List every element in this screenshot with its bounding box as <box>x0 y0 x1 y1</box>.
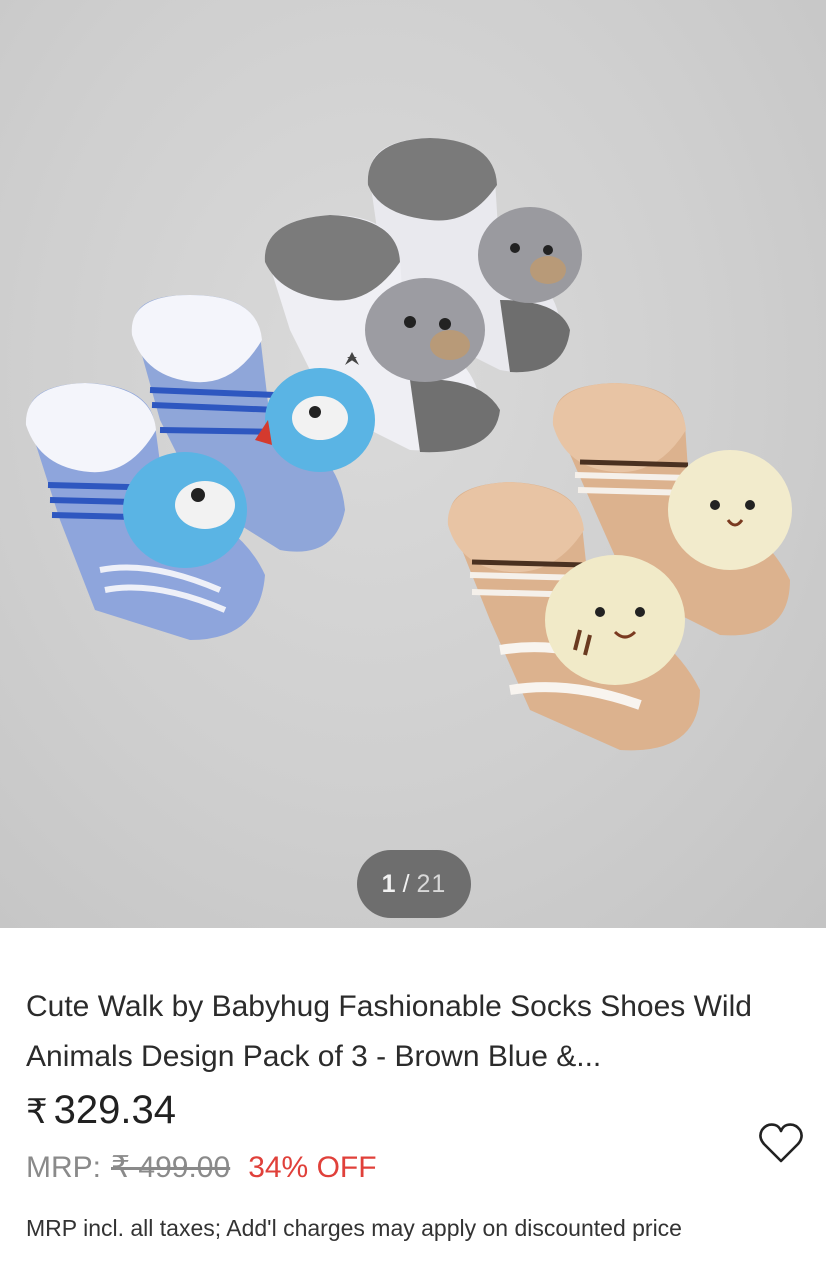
image-counter-current: 1 <box>381 869 397 898</box>
brown-sock-pair <box>447 383 792 751</box>
mrp-value: ₹ 499.00 <box>111 1151 231 1184</box>
product-image-gallery[interactable]: 1 / 21 <box>0 0 826 928</box>
mrp-row: MRP: ₹ 499.00 34% OFF <box>26 1150 377 1185</box>
price-value: 329.34 <box>53 1088 176 1132</box>
wishlist-button[interactable] <box>754 1116 808 1170</box>
heart-outline-icon <box>759 1123 803 1163</box>
product-price: ₹ 329.34 <box>26 1088 176 1133</box>
image-counter-total: 21 <box>416 869 447 898</box>
image-counter-separator: / <box>402 869 411 898</box>
currency-symbol: ₹ <box>26 1093 48 1131</box>
product-info-section: Cute Walk by Babyhug Fashionable Socks S… <box>0 928 826 1280</box>
tax-note: MRP incl. all taxes; Add'l charges may a… <box>26 1215 682 1241</box>
product-title: Cute Walk by Babyhug Fashionable Socks S… <box>26 990 752 1073</box>
image-counter-badge: 1 / 21 <box>357 850 471 918</box>
mrp-label: MRP: <box>26 1151 101 1184</box>
product-image <box>25 138 792 751</box>
discount-badge: 34% OFF <box>248 1151 377 1184</box>
